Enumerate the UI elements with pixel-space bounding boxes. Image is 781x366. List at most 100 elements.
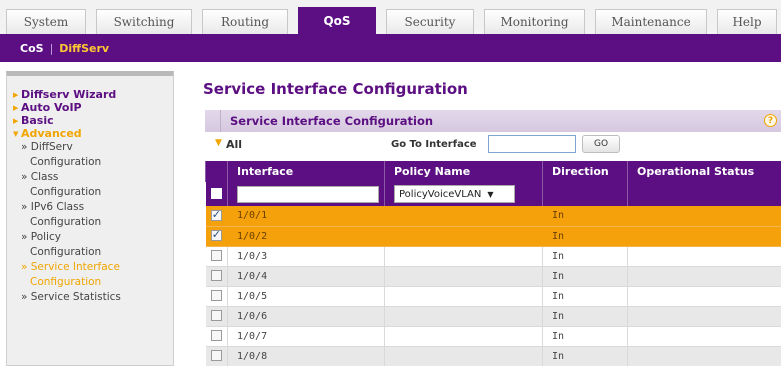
row-checkbox-cell — [205, 206, 228, 227]
interface-cell: 1/0/5 — [227, 286, 385, 307]
edit-policy-cell: PolicyVoiceVLAN ▼ — [384, 182, 543, 206]
col-header-direction[interactable]: Direction — [542, 161, 628, 182]
table-row[interactable]: 1/0/7 In — [205, 326, 781, 347]
tab-routing[interactable]: Routing — [202, 9, 288, 34]
status-cell — [627, 266, 781, 287]
table-row[interactable]: 1/0/1 In — [205, 206, 781, 227]
edit-direction-cell — [542, 182, 628, 206]
tab-security[interactable]: Security — [386, 9, 474, 34]
edit-interface-cell — [227, 182, 385, 206]
subnav-diffserv-link[interactable]: DiffServ — [59, 42, 109, 55]
policy-cell — [384, 346, 543, 366]
sidebar-subitem-diffserv-config[interactable]: » DiffServ Configuration — [13, 140, 173, 170]
arrow-right-icon: ▶ — [13, 90, 19, 99]
tab-monitoring[interactable]: Monitoring — [484, 9, 585, 34]
direction-cell: In — [542, 206, 628, 227]
sidebar-subitem-policy-config[interactable]: » Policy Configuration — [13, 230, 173, 260]
go-button[interactable]: GO — [582, 135, 620, 153]
status-cell — [627, 226, 781, 247]
edit-status-cell — [627, 182, 781, 206]
sidebar-item-basic[interactable]: ▶ Basic — [13, 114, 173, 127]
sidebar-item-diffserv-wizard[interactable]: ▶ Diffserv Wizard — [13, 88, 173, 101]
status-cell — [627, 306, 781, 327]
tab-system[interactable]: System — [6, 9, 86, 34]
sidebar-subitem-ipv6-class-config[interactable]: » IPv6 Class Configuration — [13, 200, 173, 230]
page-title: Service Interface Configuration — [203, 80, 468, 98]
sidebar-subitem-label: » DiffServ — [21, 141, 73, 153]
sidebar-item-advanced[interactable]: ▼ Advanced — [13, 127, 173, 140]
sidebar-subitem-service-statistics[interactable]: » Service Statistics — [13, 290, 173, 305]
row-checkbox[interactable] — [210, 228, 222, 242]
sidebar-item-label: Basic — [21, 114, 54, 127]
row-checkbox[interactable] — [210, 350, 222, 362]
goto-interface-label: Go To Interface — [391, 139, 477, 150]
row-checkbox[interactable] — [210, 290, 222, 302]
tab-help[interactable]: Help — [717, 9, 777, 34]
policy-cell — [384, 306, 543, 327]
arrow-right-icon: ▶ — [13, 116, 19, 125]
help-icon[interactable]: ? — [764, 114, 777, 127]
panel-title: Service Interface Configuration — [230, 114, 434, 128]
sidebar-subitem-label: Configuration — [30, 186, 102, 198]
status-cell — [627, 326, 781, 347]
policy-cell — [384, 286, 543, 307]
policy-select-value: PolicyVoiceVLAN — [399, 188, 482, 200]
table-header-row: Interface Policy Name Direction Operatio… — [205, 161, 781, 182]
top-nav: System Switching Routing QoS Security Mo… — [0, 0, 781, 34]
sidebar-item-label: Advanced — [21, 127, 82, 140]
col-header-operational-status[interactable]: Operational Status — [627, 161, 781, 182]
interface-cell: 1/0/4 — [227, 266, 385, 287]
row-checkbox-cell — [205, 266, 228, 287]
table-edit-row: PolicyVoiceVLAN ▼ — [205, 182, 781, 206]
select-all-checkbox[interactable] — [210, 188, 222, 200]
interface-input[interactable] — [237, 185, 379, 203]
row-checkbox[interactable] — [210, 310, 222, 322]
policy-cell — [384, 206, 543, 227]
sidebar-subitem-label: Configuration — [30, 246, 102, 258]
policy-name-select[interactable]: PolicyVoiceVLAN ▼ — [394, 185, 515, 203]
header-checkbox-cell — [205, 161, 228, 182]
table-row[interactable]: 1/0/2 In — [205, 226, 781, 247]
table-row[interactable]: 1/0/6 In — [205, 306, 781, 327]
direction-cell: In — [542, 326, 628, 347]
sidebar-item-label: Diffserv Wizard — [21, 88, 117, 101]
table-row[interactable]: 1/0/4 In — [205, 266, 781, 287]
col-header-policy-name[interactable]: Policy Name — [384, 161, 543, 182]
tab-qos[interactable]: QoS — [298, 7, 376, 34]
interface-cell: 1/0/6 — [227, 306, 385, 327]
subnav-cos-link[interactable]: CoS — [20, 42, 44, 55]
sidebar-subitem-label: » Service Statistics — [21, 291, 121, 303]
panel-header: Service Interface Configuration ? — [205, 110, 781, 132]
interface-cell: 1/0/1 — [227, 206, 385, 227]
arrow-down-icon: ▼ — [13, 129, 19, 138]
sidebar-subitem-service-interface-config[interactable]: » Service Interface Configuration — [13, 260, 173, 290]
dropdown-caret-icon: ▼ — [487, 189, 494, 199]
row-checkbox-cell — [205, 346, 228, 366]
row-checkbox[interactable] — [210, 208, 222, 221]
direction-cell: In — [542, 306, 628, 327]
sidebar-item-auto-voip[interactable]: ▶ Auto VoIP — [13, 101, 173, 114]
subnav-separator: | — [49, 41, 54, 55]
goto-interface-input[interactable] — [488, 135, 576, 153]
sidebar-subitem-class-config[interactable]: » Class Configuration — [13, 170, 173, 200]
row-checkbox[interactable] — [210, 270, 222, 282]
interface-cell: 1/0/7 — [227, 326, 385, 347]
col-header-interface[interactable]: Interface — [227, 161, 385, 182]
all-toggle[interactable]: All — [226, 138, 242, 151]
interface-cell: 1/0/8 — [227, 346, 385, 366]
table-row[interactable]: 1/0/5 In — [205, 286, 781, 307]
row-checkbox-cell — [205, 226, 228, 247]
table-row[interactable]: 1/0/8 In — [205, 346, 781, 366]
service-interface-table: Interface Policy Name Direction Operatio… — [205, 161, 781, 366]
sidebar-subitem-label: Configuration — [30, 156, 102, 168]
sidebar-subitem-label: » IPv6 Class — [21, 201, 85, 213]
row-checkbox-cell — [205, 326, 228, 347]
collapse-handle-icon[interactable] — [207, 110, 221, 132]
tab-maintenance[interactable]: Maintenance — [595, 9, 707, 34]
table-row[interactable]: 1/0/3 In — [205, 246, 781, 267]
row-checkbox[interactable] — [210, 330, 222, 342]
row-checkbox[interactable] — [210, 250, 222, 262]
row-checkbox-cell — [205, 286, 228, 307]
tab-switching[interactable]: Switching — [96, 9, 192, 34]
row-checkbox-cell — [205, 306, 228, 327]
